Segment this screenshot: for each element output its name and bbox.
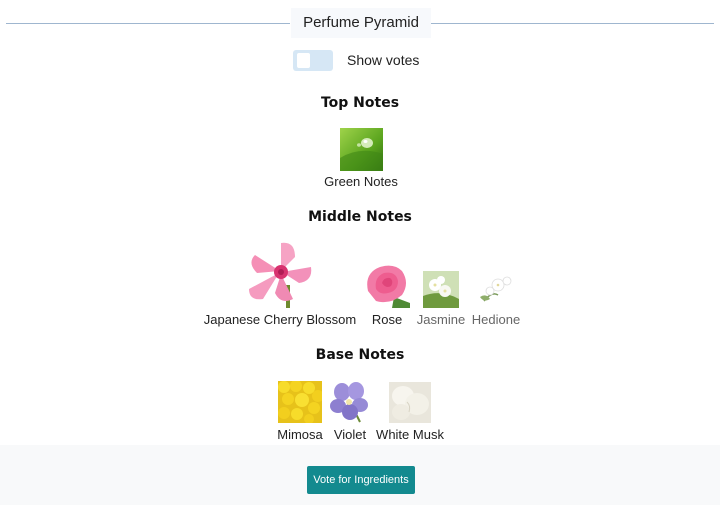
rose-image [364, 263, 410, 308]
header-divider-left [6, 23, 290, 24]
show-votes-toggle[interactable] [293, 49, 333, 71]
middle-notes-heading: Middle Notes [308, 209, 412, 225]
hedione-flower-image [478, 273, 514, 308]
white-musk-image [389, 382, 431, 423]
violet-image [330, 382, 370, 423]
show-votes-label: Show votes [347, 52, 420, 68]
note-hedione[interactable]: Hedione [472, 273, 520, 327]
note-jasmine[interactable]: Jasmine [417, 271, 465, 327]
water-drop-on-leaf-image [339, 128, 383, 171]
note-label: Violet [333, 427, 367, 442]
top-notes-heading: Top Notes [320, 95, 400, 111]
page-header: Perfume Pyramid [0, 8, 720, 38]
note-label: Jasmine [416, 312, 466, 327]
base-notes-heading: Base Notes [315, 347, 405, 363]
vote-for-ingredients-button[interactable]: Vote for Ingredients [307, 466, 415, 494]
mimosa-image [278, 381, 322, 423]
page-title: Perfume Pyramid [291, 8, 431, 38]
note-label: Hedione [471, 312, 521, 327]
note-japanese-cherry-blossom[interactable]: Japanese Cherry Blossom [204, 241, 356, 327]
note-green-notes[interactable]: Green Notes [324, 128, 398, 189]
show-votes-row: Show votes [293, 49, 419, 71]
note-label: Japanese Cherry Blossom [203, 312, 357, 327]
note-mimosa[interactable]: Mimosa [277, 381, 323, 442]
toggle-knob [297, 52, 310, 68]
cherry-blossom-image [245, 241, 315, 308]
header-divider-right [431, 23, 714, 24]
note-white-musk[interactable]: White Musk [376, 382, 444, 442]
note-rose[interactable]: Rose [364, 263, 410, 327]
jasmine-image [423, 271, 459, 308]
note-label: White Musk [376, 427, 444, 442]
note-label: Green Notes [324, 174, 398, 189]
note-label: Mimosa [277, 427, 323, 442]
note-violet[interactable]: Violet [330, 382, 370, 442]
note-label: Rose [371, 312, 403, 327]
footer-bar: Vote for Ingredients [0, 445, 720, 505]
